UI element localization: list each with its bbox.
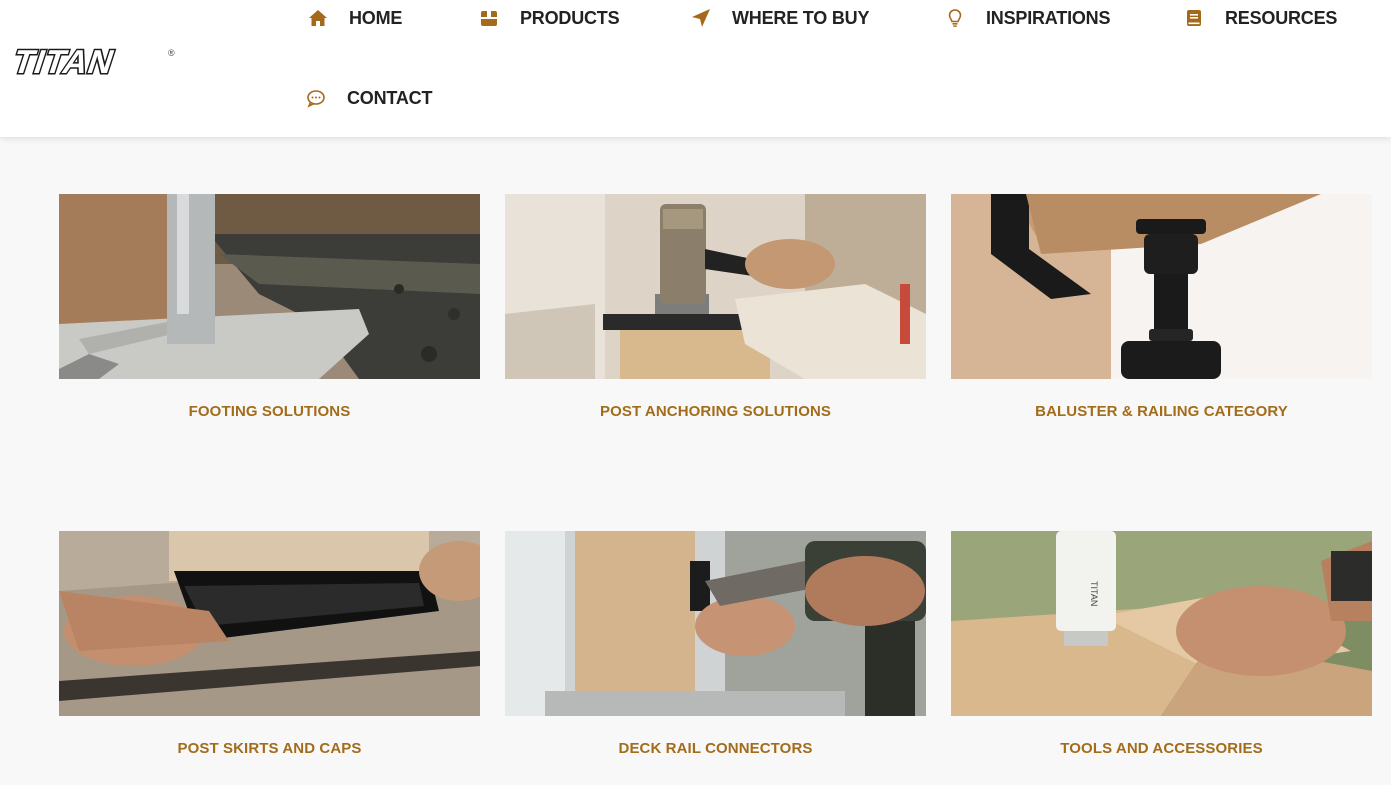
site-header: TITAN ® HOME PRODUCTS WHERE TO BUY INSPI… — [0, 0, 1391, 137]
nav-inspirations[interactable]: INSPIRATIONS — [944, 6, 1110, 30]
deck-rail-connectors-label[interactable]: DECK RAIL CONNECTORS — [505, 740, 926, 757]
home-icon — [307, 7, 329, 29]
nav-where-to-buy-label: WHERE TO BUY — [732, 7, 870, 28]
baluster-railing-photo — [951, 194, 1372, 379]
logo-wordmark: TITAN — [8, 44, 120, 78]
nav-contact-label: CONTACT — [347, 87, 433, 108]
category-card-baluster-railing[interactable]: BALUSTER & RAILING CATEGORY — [951, 194, 1372, 420]
nav-inspirations-label: INSPIRATIONS — [986, 7, 1111, 28]
footing-solutions-photo — [59, 194, 480, 379]
tools-accessories-label[interactable]: TOOLS AND ACCESSORIES — [951, 740, 1372, 757]
baluster-railing-label[interactable]: BALUSTER & RAILING CATEGORY — [951, 403, 1372, 420]
footing-solutions-label[interactable]: FOOTING SOLUTIONS — [59, 403, 480, 420]
chat-bubble-icon — [305, 87, 327, 109]
nav-products[interactable]: PRODUCTS — [478, 6, 620, 30]
post-anchoring-solutions-label[interactable]: POST ANCHORING SOLUTIONS — [505, 403, 926, 420]
nav-contact[interactable]: CONTACT — [305, 86, 432, 110]
nav-where-to-buy[interactable]: WHERE TO BUY — [690, 6, 869, 30]
lightbulb-icon — [944, 7, 966, 29]
location-arrow-icon — [690, 7, 712, 29]
category-card-deck-rail-connectors[interactable]: DECK RAIL CONNECTORS — [505, 531, 926, 757]
nav-resources-label: RESOURCES — [1225, 7, 1338, 28]
svg-text:TITAN: TITAN — [1089, 581, 1099, 606]
category-card-post-anchoring-solutions[interactable]: POST ANCHORING SOLUTIONS — [505, 194, 926, 420]
category-card-footing-solutions[interactable]: FOOTING SOLUTIONS — [59, 194, 480, 420]
post-skirts-caps-label[interactable]: POST SKIRTS AND CAPS — [59, 740, 480, 757]
box-icon — [478, 7, 500, 29]
category-card-post-skirts-caps[interactable]: POST SKIRTS AND CAPS — [59, 531, 480, 757]
book-icon — [1183, 7, 1205, 29]
nav-resources[interactable]: RESOURCES — [1183, 6, 1337, 30]
registered-mark: ® — [168, 48, 175, 58]
category-card-tools-accessories[interactable]: TITAN TOOLS AND ACCESSORIES — [951, 531, 1372, 757]
nav-home-label: HOME — [349, 7, 403, 28]
post-anchoring-solutions-photo — [505, 194, 926, 379]
titan-logo[interactable]: TITAN ® — [7, 42, 176, 82]
deck-rail-connectors-photo — [505, 531, 926, 716]
nav-home[interactable]: HOME — [307, 6, 402, 30]
tools-accessories-photo: TITAN — [951, 531, 1372, 716]
post-skirts-caps-photo — [59, 531, 480, 716]
nav-products-label: PRODUCTS — [520, 7, 620, 28]
